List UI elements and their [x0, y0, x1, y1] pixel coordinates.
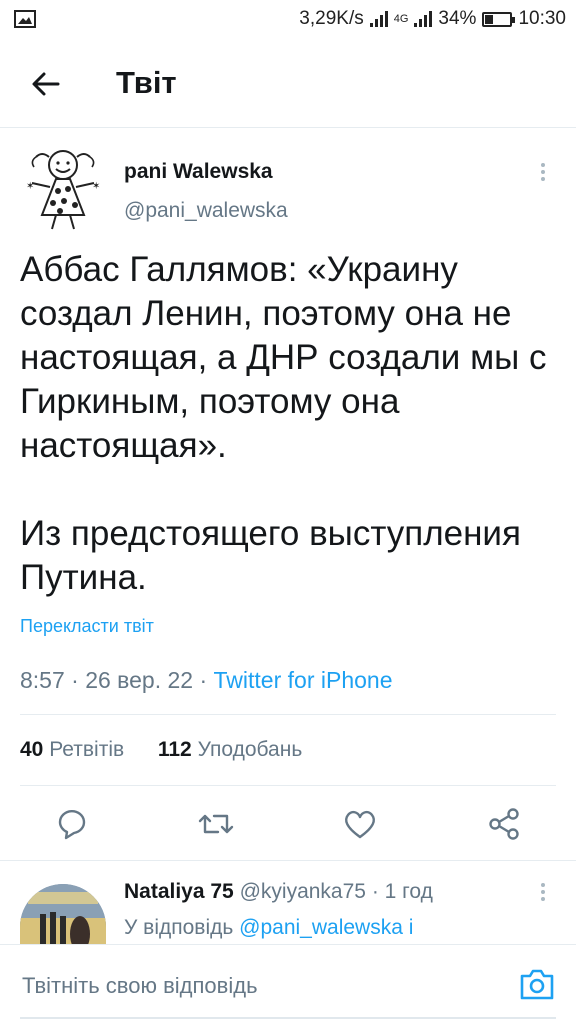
reply-author-handle[interactable]: @kyiyanka75: [240, 880, 366, 903]
more-vertical-icon[interactable]: [536, 880, 550, 910]
tweet-timestamp: 8:57 · 26 вер. 22 ·: [20, 667, 214, 693]
network-type: 4G: [393, 13, 409, 25]
battery-percent: 34%: [438, 8, 477, 29]
reply-avatar-image: [20, 884, 106, 944]
tweet-actions: [0, 800, 576, 848]
reply-author-name[interactable]: Nataliya 75: [124, 880, 234, 903]
divider: [20, 714, 556, 715]
app-header: Твіт: [0, 40, 576, 128]
reply-composer: Твітніть свою відповідь: [0, 944, 576, 1024]
reply-time: · 1 год: [371, 880, 433, 903]
reply-header: Nataliya 75 @kyiyanka75 · 1 год: [124, 880, 433, 904]
reply-avatar[interactable]: [20, 884, 106, 944]
signal-icon-2: [414, 11, 433, 27]
retweets-stat[interactable]: 40 Ретвітів: [20, 738, 124, 761]
camera-icon[interactable]: [518, 965, 556, 1003]
composer-underline: [20, 1017, 556, 1019]
reply-input[interactable]: Твітніть свою відповідь: [22, 973, 258, 999]
comment-icon[interactable]: [52, 804, 92, 844]
arrow-left-icon[interactable]: [28, 66, 64, 102]
reply-target-link[interactable]: @pani_walewska і: [239, 916, 413, 939]
page-title: Твіт: [116, 65, 177, 100]
reply-to-line: У відповідь @pani_walewska і: [124, 916, 413, 940]
tweet-meta: 8:57 · 26 вер. 22 · Twitter for iPhone: [20, 667, 393, 694]
svg-text:✶: ✶: [26, 181, 34, 192]
more-vertical-icon[interactable]: [536, 160, 550, 190]
tweet-paragraph: Аббас Галлямов: «Украину создал Ленин, п…: [20, 250, 547, 465]
likes-stat[interactable]: 112 Уподобань: [158, 738, 302, 761]
tweet-text: Аббас Галлямов: «Украину создал Ленин, п…: [20, 248, 560, 644]
heart-icon[interactable]: [340, 804, 380, 844]
translate-tweet-link[interactable]: Перекласти твіт: [20, 616, 154, 637]
author-avatar[interactable]: ✶ ✶: [20, 145, 106, 231]
battery-fill: [485, 14, 494, 24]
tweet-source-link[interactable]: Twitter for iPhone: [214, 667, 393, 693]
author-name[interactable]: pani Walewska: [124, 160, 273, 184]
svg-text:✶: ✶: [92, 181, 100, 192]
tweet-paragraph: Из предстоящего выступления Путина.: [20, 514, 521, 597]
retweets-label: Ретвітів: [49, 738, 125, 761]
battery-icon: [482, 11, 516, 27]
signal-icon: [369, 11, 388, 27]
reply-prefix: У відповідь: [124, 916, 240, 939]
share-icon[interactable]: [484, 804, 524, 844]
section-separator: [0, 860, 576, 861]
network-speed: 3,29K/s: [299, 8, 364, 29]
author-handle[interactable]: @pani_walewska: [124, 199, 288, 223]
tweet-stats: 40 Ретвітів 112 Уподобань: [20, 738, 302, 762]
retweet-icon[interactable]: [196, 804, 236, 844]
retweets-count: 40: [20, 738, 44, 761]
status-bar: 3,29K/s 4G 34% 10:30: [0, 0, 576, 40]
likes-count: 112: [157, 738, 192, 761]
divider: [20, 785, 556, 786]
gallery-notification-icon: [14, 10, 36, 28]
clock: 10:30: [518, 8, 566, 29]
likes-label: Уподобань: [197, 738, 303, 761]
